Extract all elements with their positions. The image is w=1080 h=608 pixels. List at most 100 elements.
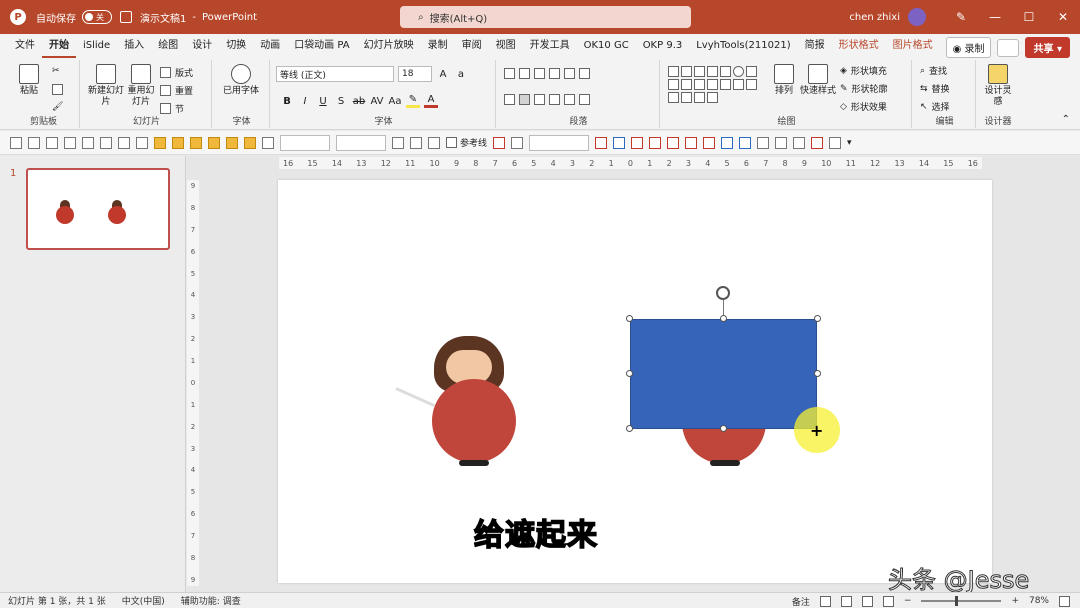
guides-checkbox[interactable]: 参考线 [446, 136, 487, 149]
share-button[interactable]: 共享 ▾ [1025, 37, 1070, 58]
zoom-out-icon[interactable]: − [904, 596, 912, 606]
reset-button[interactable]: 重置 [160, 84, 193, 97]
align-top-tool-icon[interactable] [64, 136, 76, 149]
numbering-icon[interactable] [519, 68, 530, 79]
tab-slideshow[interactable]: 幻灯片放映 [357, 34, 421, 58]
strikethrough-icon[interactable]: ab [352, 96, 366, 107]
select-button[interactable]: ↖ 选择 [920, 100, 950, 114]
grid-tool-icon[interactable] [775, 136, 788, 149]
tab-insert[interactable]: 插入 [117, 34, 151, 58]
columns-icon[interactable] [579, 94, 590, 105]
format-painter-icon[interactable]: 🖌 [52, 102, 63, 112]
used-fonts-button[interactable]: 已用字体 [218, 64, 264, 97]
tab-okp[interactable]: OKP 9.3 [636, 34, 690, 58]
pen-icon[interactable]: ✎ [944, 10, 978, 24]
change-case-icon[interactable]: Aa [388, 96, 402, 107]
pentagon-shape-icon[interactable] [733, 79, 744, 90]
resize-handle-tl[interactable] [626, 315, 633, 322]
callout-shape-icon[interactable] [746, 79, 757, 90]
design-ideas-button[interactable]: 设计灵感 [982, 64, 1014, 108]
distribute-icon[interactable] [564, 94, 575, 105]
font-color-icon[interactable]: A [424, 94, 438, 108]
replace-button[interactable]: ⇆ 替换 [920, 82, 950, 96]
reuse-slides-button[interactable]: 重用幻灯片 [126, 64, 156, 108]
justify-icon[interactable] [549, 94, 560, 105]
find-button[interactable]: ⌕ 查找 [920, 64, 947, 78]
tab-file[interactable]: 文件 [8, 34, 42, 58]
font-size-select[interactable]: 18 [398, 66, 432, 82]
rect-shape-icon[interactable] [720, 66, 731, 77]
copy-tool-icon[interactable] [511, 136, 524, 149]
layout-button[interactable]: 版式 [160, 66, 193, 79]
shapes-gallery[interactable] [668, 66, 768, 103]
group-tool-icon[interactable] [154, 136, 166, 149]
table-tool-icon[interactable] [721, 136, 734, 149]
align-center-tool-icon[interactable] [28, 136, 40, 149]
curve-shape-icon[interactable] [668, 92, 679, 103]
decrease-indent-icon[interactable] [534, 68, 545, 79]
tab-picture-format[interactable]: 图片格式 [886, 34, 940, 58]
tab-transitions[interactable]: 切换 [219, 34, 253, 58]
merge-tool-icon[interactable] [190, 136, 202, 149]
tab-design[interactable]: 设计 [185, 34, 219, 58]
tab-developer[interactable]: 开发工具 [523, 34, 577, 58]
tab-shape-format[interactable]: 形状格式 [832, 34, 886, 58]
tab-record[interactable]: 录制 [421, 34, 455, 58]
textbox-shape-icon[interactable] [668, 66, 679, 77]
distribute-v-tool-icon[interactable] [136, 136, 148, 149]
slide-canvas[interactable]: + 给遮起来 [278, 180, 992, 583]
copy-icon[interactable] [52, 84, 63, 95]
star-shape-icon[interactable] [720, 79, 731, 90]
toolbar-more-icon[interactable]: ▾ [847, 138, 852, 148]
resize-handle-b[interactable] [720, 425, 727, 432]
resize-handle-l[interactable] [626, 370, 633, 377]
italic-icon[interactable]: I [298, 96, 312, 107]
increase-font-icon[interactable]: A [436, 69, 450, 80]
subtract-tool-icon[interactable] [226, 136, 238, 149]
slice-tool-icon[interactable] [793, 136, 806, 149]
border-tool-icon[interactable] [757, 136, 770, 149]
rotate-tool-icon[interactable] [392, 136, 404, 149]
tab-view[interactable]: 视图 [489, 34, 523, 58]
align-center-icon[interactable] [519, 94, 530, 105]
shape-fill-button[interactable]: ◈ 形状填充 [840, 64, 887, 78]
align-bottom-tool-icon[interactable] [100, 136, 112, 149]
height-input[interactable] [336, 134, 386, 151]
resize-handle-bl[interactable] [626, 425, 633, 432]
layout-tool-icon[interactable] [739, 136, 752, 149]
line-spacing-icon[interactable] [564, 68, 575, 79]
align-left-icon[interactable] [504, 94, 515, 105]
zoom-slider-knob[interactable] [955, 596, 959, 606]
arrow-shape-icon[interactable] [707, 66, 718, 77]
shape-outline-button[interactable]: ✎ 形状轮廓 [840, 82, 888, 96]
color-tool-icon[interactable] [631, 136, 644, 149]
notes-button[interactable]: 备注 [792, 595, 810, 608]
normal-view-icon[interactable] [819, 595, 831, 607]
slideshow-view-icon[interactable] [882, 595, 894, 607]
tab-pocket-animation[interactable]: 口袋动画 PA [287, 34, 356, 58]
width-input[interactable] [280, 134, 330, 151]
tab-review[interactable]: 审阅 [455, 34, 489, 58]
stop-tool-icon[interactable] [811, 136, 824, 149]
distribute-h-tool-icon[interactable] [118, 136, 130, 149]
fit-tool-icon[interactable] [829, 136, 842, 149]
fit-slide-icon[interactable] [1059, 595, 1070, 607]
slide-thumbnail[interactable] [26, 168, 170, 250]
close-button[interactable]: ✕ [1046, 10, 1080, 24]
elbow-shape-icon[interactable] [694, 79, 705, 90]
align-left-tool-icon[interactable] [10, 136, 22, 149]
text-direction-icon[interactable] [579, 68, 590, 79]
tab-briefing[interactable]: 简报 [798, 34, 832, 58]
font-family-select[interactable]: 等线 (正文) [276, 66, 394, 82]
zoom-slider[interactable] [921, 596, 1002, 606]
tab-islide[interactable]: iSlide [76, 34, 117, 58]
oval-shape-icon[interactable] [733, 66, 744, 77]
avatar[interactable] [908, 8, 926, 26]
highlight-icon[interactable]: ✎ [406, 94, 420, 108]
increase-indent-icon[interactable] [549, 68, 560, 79]
shape-icon[interactable] [681, 66, 692, 77]
search-box[interactable]: ⌕ 搜索(Alt+Q) [400, 6, 691, 28]
export-tool-icon[interactable] [493, 136, 506, 149]
decrease-font-icon[interactable]: a [454, 69, 468, 80]
connector-shape-icon[interactable] [681, 79, 692, 90]
